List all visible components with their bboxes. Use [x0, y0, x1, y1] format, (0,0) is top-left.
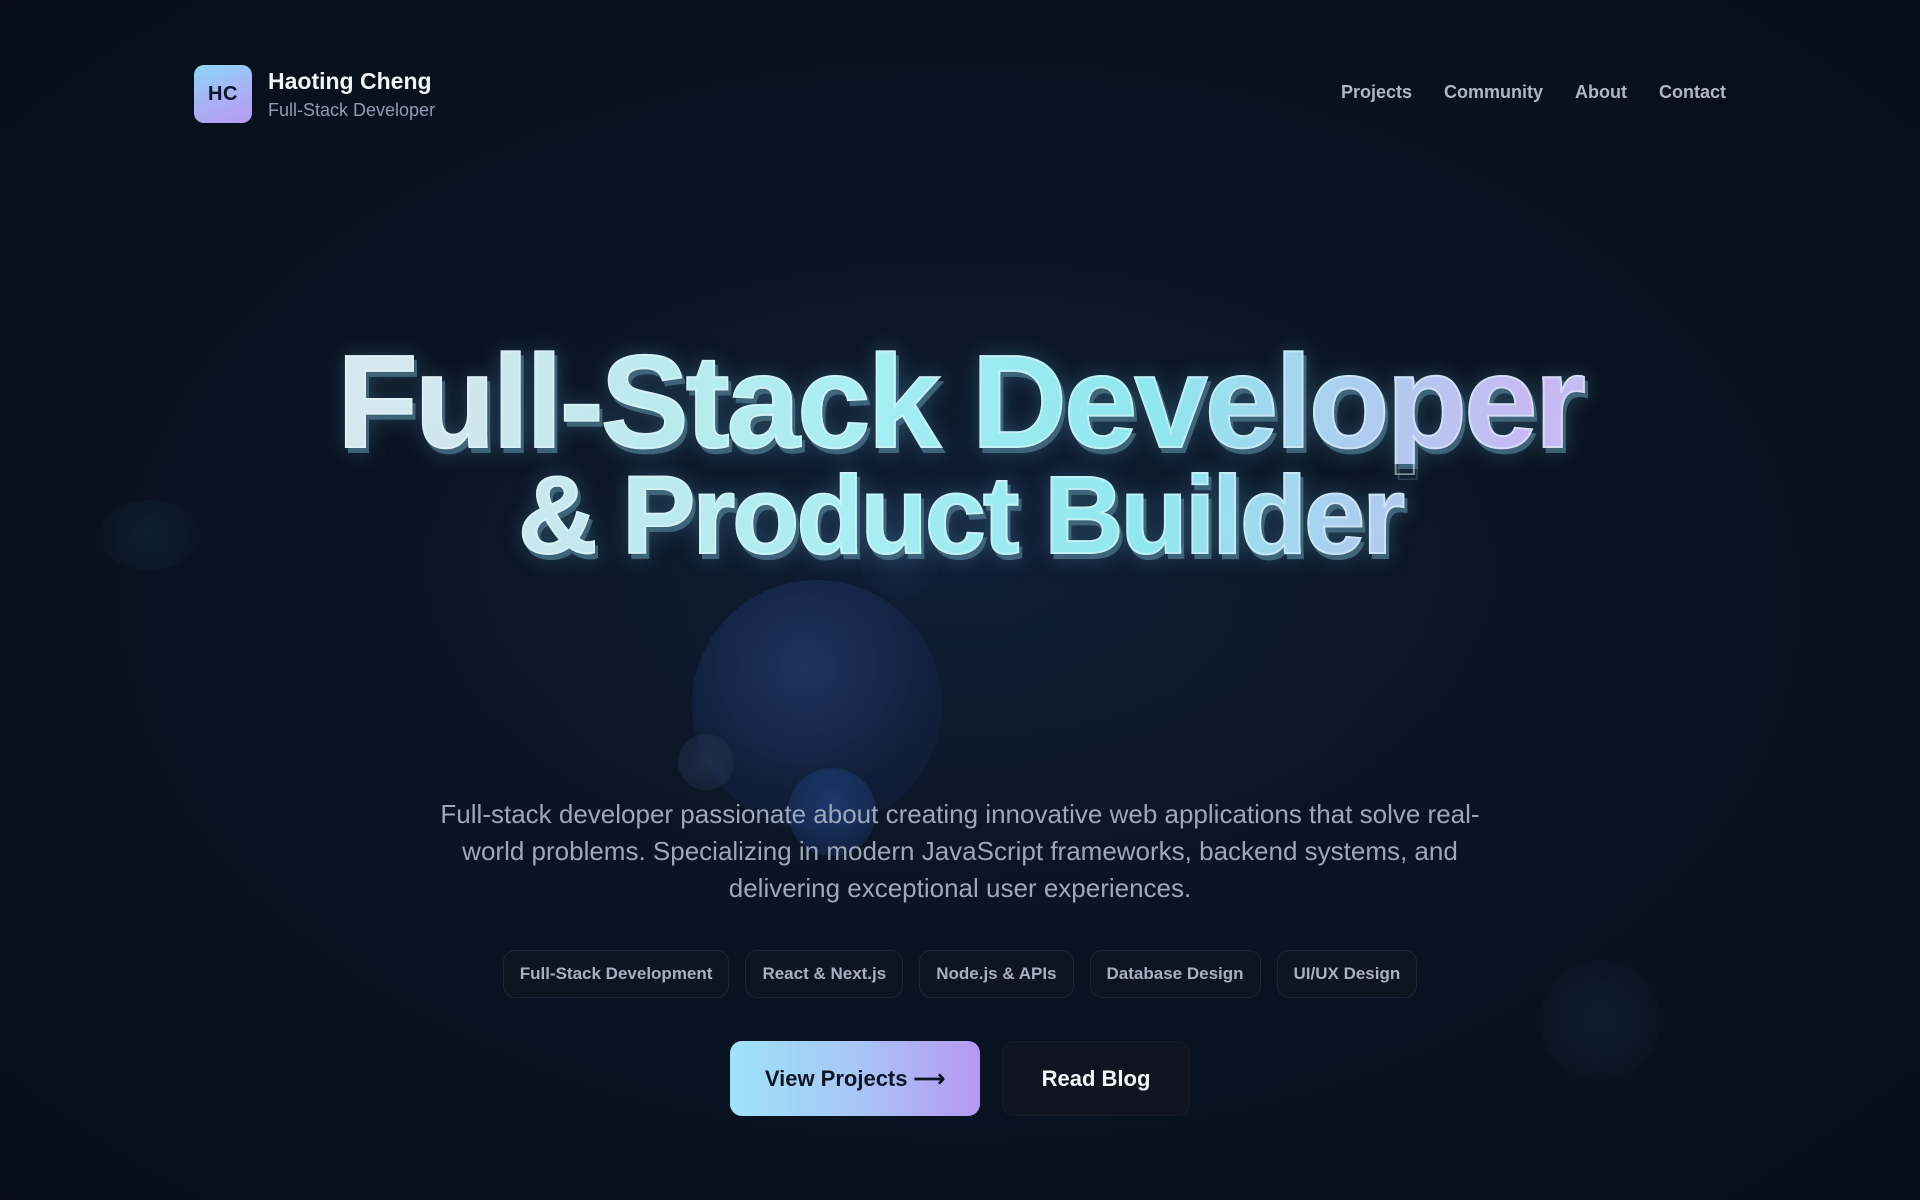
skill-tag: UI/UX Design — [1276, 950, 1418, 998]
brand-text: Haoting Cheng Full-Stack Developer — [268, 67, 435, 121]
logo-initials: HC — [208, 82, 238, 105]
hero-title-line: & Product Builder — [0, 460, 1920, 572]
read-blog-button[interactable]: Read Blog — [1002, 1041, 1190, 1116]
hero-title-line: Full-Stack Developer — [0, 335, 1920, 469]
background-sphere — [692, 580, 942, 830]
nav-link-about[interactable]: About — [1575, 82, 1627, 103]
logo-badge[interactable]: HC — [194, 65, 252, 123]
skill-tag: Node.js & APIs — [919, 950, 1074, 998]
hero-description: Full-stack developer passionate about cr… — [440, 799, 1480, 903]
skill-tag: React & Next.js — [745, 950, 904, 998]
brand-name: Haoting Cheng — [268, 68, 432, 94]
hero-title: Full-Stack Developer & Product Builder — [0, 335, 1920, 572]
background-sphere-small — [678, 734, 734, 790]
skill-tag: Database Design — [1089, 950, 1261, 998]
brand[interactable]: HC Haoting Cheng Full-Stack Developer — [194, 65, 435, 123]
nav-link-community[interactable]: Community — [1444, 82, 1543, 103]
main-nav: Projects Community About Contact — [1341, 82, 1726, 103]
page: HC Haoting Cheng Full-Stack Developer Pr… — [0, 0, 1920, 1200]
skill-tags: Full-Stack Development React & Next.js N… — [0, 950, 1920, 998]
skill-tag: Full-Stack Development — [502, 950, 730, 998]
brand-role: Full-Stack Developer — [268, 100, 436, 120]
nav-link-projects[interactable]: Projects — [1341, 82, 1412, 103]
cta-buttons: View Projects ⟶ Read Blog — [0, 1041, 1920, 1116]
view-projects-button[interactable]: View Projects ⟶ — [730, 1041, 980, 1116]
nav-link-contact[interactable]: Contact — [1659, 82, 1726, 103]
